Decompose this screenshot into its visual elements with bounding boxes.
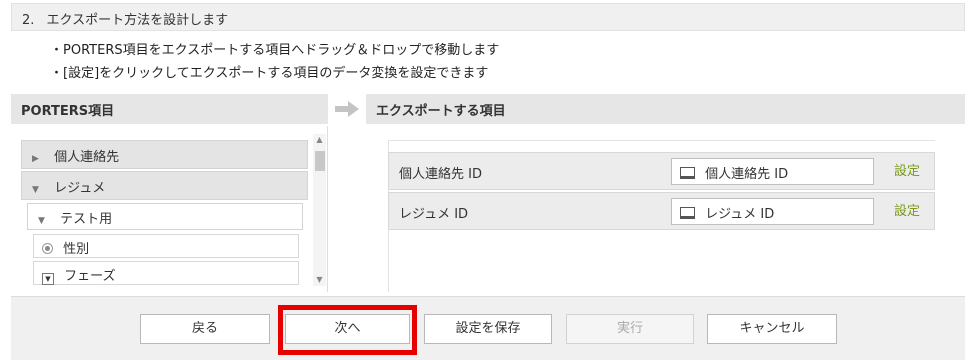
step-title: エクスポート方法を設計します (46, 13, 229, 28)
settings-link[interactable]: 設定 (894, 160, 920, 179)
select-icon: ▼ (42, 273, 54, 285)
export-items-title: エクスポートする項目 (366, 94, 965, 124)
field-label: フェーズ (64, 269, 116, 284)
save-settings-button[interactable]: 設定を保存 (424, 314, 552, 344)
group-resume[interactable]: ▼ レジュメ (21, 171, 308, 200)
monitor-icon (680, 167, 695, 179)
export-row-personal-contact-id[interactable]: 個人連絡先 ID 個人連絡先 ID 設定 (388, 152, 935, 190)
export-field-value: 個人連絡先 ID (705, 167, 789, 182)
scroll-up-arrow-icon[interactable]: ▲ (313, 134, 326, 146)
step-number: 2. (22, 13, 35, 28)
subgroup-test[interactable]: ▼ テスト用 (27, 203, 303, 230)
scroll-thumb[interactable] (315, 151, 325, 171)
caret-down-icon: ▼ (32, 185, 39, 195)
scrollbar[interactable]: ▲ ▼ (313, 134, 326, 286)
monitor-icon (680, 207, 695, 219)
caret-right-icon: ▶ (32, 154, 39, 164)
cancel-button[interactable]: キャンセル (707, 314, 837, 344)
caret-down-icon: ▼ (38, 216, 45, 226)
back-button[interactable]: 戻る (140, 314, 270, 344)
export-field-box[interactable]: レジュメ ID (671, 198, 874, 225)
radio-icon (42, 243, 53, 254)
field-label: 性別 (63, 242, 90, 257)
step-header: 2. エクスポート方法を設計します (11, 3, 965, 31)
group-personal-contact[interactable]: ▶ 個人連絡先 (21, 140, 308, 169)
export-row-label: レジュメ ID (399, 207, 469, 222)
export-field-value: レジュメ ID (705, 207, 775, 222)
subgroup-label: テスト用 (60, 212, 113, 227)
field-gender[interactable]: 性別 (33, 234, 299, 258)
arrow-right-icon (335, 101, 359, 117)
export-row-resume-id[interactable]: レジュメ ID レジュメ ID 設定 (388, 192, 935, 230)
export-row-label: 個人連絡先 ID (399, 167, 482, 182)
instruction-settings: ・[設定]をクリックしてエクスポートする項目のデータ変換を設定できます (50, 66, 489, 81)
field-phase[interactable]: ▼ フェーズ (33, 261, 299, 285)
instruction-drag-drop: ・PORTERS項目をエクスポートする項目へドラッグ＆ドロップで移動します (50, 43, 500, 58)
group-label: レジュメ (54, 181, 106, 196)
export-field-box[interactable]: 個人連絡先 ID (671, 158, 874, 185)
settings-link[interactable]: 設定 (894, 200, 920, 219)
porters-items-title: PORTERS項目 (11, 94, 328, 124)
group-label: 個人連絡先 (54, 150, 120, 165)
run-button[interactable]: 実行 (566, 314, 694, 344)
highlight-box (278, 305, 417, 355)
scroll-down-arrow-icon[interactable]: ▼ (313, 274, 326, 286)
